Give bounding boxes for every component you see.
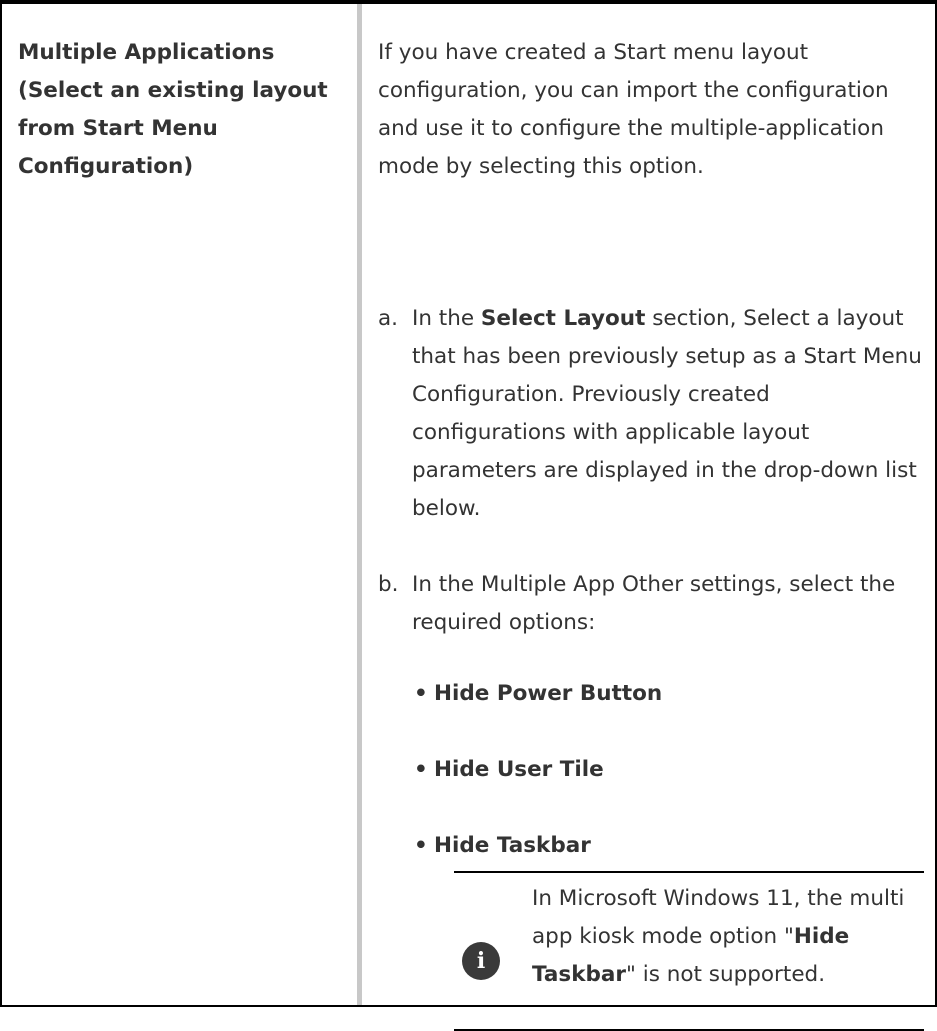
row-heading: Multiple Applications (Select an existin… — [18, 40, 328, 179]
option-hide-taskbar: • Hide Taskbar — [414, 827, 591, 865]
note-top-rule — [454, 871, 924, 873]
row-description: If you have created a Start menu layout … — [378, 34, 926, 1031]
step-marker: b. — [378, 572, 399, 597]
intro-paragraph: If you have created a Start menu layout … — [378, 40, 889, 179]
bullet-icon: • — [414, 681, 428, 706]
option-hide-power-button: • Hide Power Button — [414, 675, 663, 713]
option-label: Hide Power Button — [434, 681, 663, 706]
info-icon: i — [462, 942, 500, 980]
step-text-prefix: In the — [412, 306, 481, 331]
option-hide-user-tile: • Hide User Tile — [414, 751, 604, 789]
select-layout-term: Select Layout — [480, 306, 646, 331]
bullet-icon: • — [414, 833, 428, 858]
option-label: Hide User Tile — [434, 757, 604, 782]
step-marker: a. — [378, 306, 399, 331]
note-text: In Microsoft Windows 11, the multi app k… — [532, 880, 912, 994]
column-divider — [357, 4, 362, 1005]
step-text: In the Multiple App Other settings, sele… — [412, 572, 896, 635]
note-suffix: " is not supported. — [626, 962, 826, 987]
bullet-icon: • — [414, 757, 428, 782]
step-text: In the Select Layout section, Select a l… — [412, 300, 926, 528]
step-text-suffix: section, Select a layout that has been p… — [412, 306, 922, 521]
option-label: Hide Taskbar — [434, 833, 591, 858]
